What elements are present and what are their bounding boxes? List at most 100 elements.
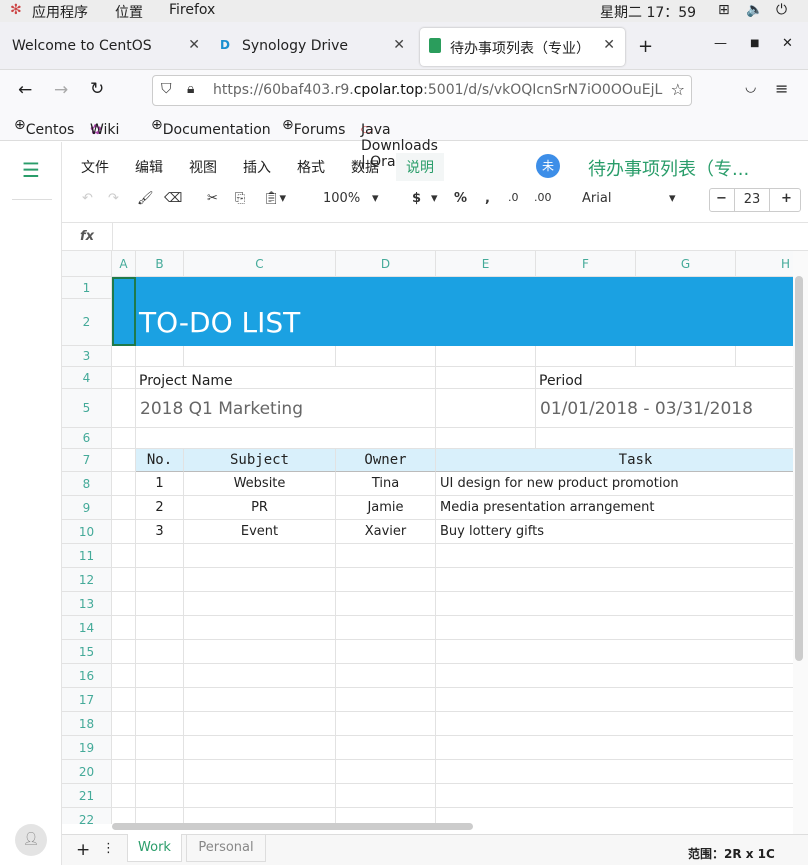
cell[interactable] (112, 568, 136, 592)
table-cell[interactable]: 1 (136, 472, 184, 496)
cell[interactable] (112, 664, 136, 688)
cell[interactable] (184, 760, 336, 784)
table-cell[interactable]: Xavier (336, 520, 436, 544)
volume-icon[interactable]: 🔈 (746, 2, 763, 18)
row-header-4[interactable]: 4 (62, 367, 112, 389)
decrease-decimal-button[interactable]: .0 (508, 191, 519, 204)
row-header-16[interactable]: 16 (62, 664, 112, 688)
row-header-22[interactable]: 22 (62, 808, 112, 824)
cell[interactable] (336, 688, 436, 712)
cell[interactable] (184, 784, 336, 808)
reload-icon[interactable]: ↻ (90, 79, 104, 99)
row-header-5[interactable]: 5 (62, 389, 112, 428)
tab-centos[interactable]: Welcome to CentOS ✕ (0, 28, 210, 66)
vertical-scrollbar[interactable] (793, 251, 808, 834)
cell[interactable] (112, 428, 136, 449)
cell[interactable] (136, 568, 184, 592)
cell[interactable] (184, 592, 336, 616)
cell[interactable] (136, 592, 184, 616)
cell[interactable] (112, 712, 136, 736)
cell[interactable] (436, 640, 793, 664)
cell[interactable] (336, 616, 436, 640)
cell[interactable] (436, 688, 793, 712)
cell[interactable] (336, 640, 436, 664)
font-size-input[interactable]: 23 (734, 188, 770, 212)
tab-synology[interactable]: D Synology Drive ✕ (210, 28, 415, 66)
back-icon[interactable]: ← (18, 80, 32, 100)
cell[interactable] (436, 616, 793, 640)
cell[interactable] (436, 346, 536, 367)
clear-format-icon[interactable]: ⌫ (164, 191, 182, 206)
table-cell[interactable]: PR (184, 496, 336, 520)
app-menu[interactable]: Firefox (169, 2, 215, 18)
bookmark-star-icon[interactable]: ☆ (670, 80, 685, 99)
cell[interactable] (336, 664, 436, 688)
cell[interactable] (112, 616, 136, 640)
comma-button[interactable]: , (485, 191, 490, 206)
bookmark-centos[interactable]: ⊕ Centos (14, 117, 74, 138)
table-header-no[interactable]: No. (136, 449, 184, 472)
cell[interactable] (112, 640, 136, 664)
cell[interactable] (112, 346, 136, 367)
cell[interactable] (436, 784, 793, 808)
power-icon[interactable]: ⏻ (776, 2, 787, 18)
row-header-21[interactable]: 21 (62, 784, 112, 808)
cell[interactable] (112, 808, 136, 824)
cell[interactable] (436, 367, 536, 389)
hamburger-icon[interactable]: ☰ (22, 158, 40, 182)
menu-icon[interactable]: ≡ (775, 79, 788, 98)
sheet-menu-icon[interactable]: ⋮ (102, 841, 115, 856)
cell[interactable] (184, 808, 336, 824)
cell[interactable] (184, 664, 336, 688)
row-header-3[interactable]: 3 (62, 346, 112, 367)
cell[interactable] (136, 346, 184, 367)
percent-button[interactable]: % (454, 191, 467, 206)
cell[interactable] (112, 472, 136, 496)
table-header-owner[interactable]: Owner (336, 449, 436, 472)
cell[interactable] (112, 449, 136, 472)
close-icon[interactable]: ✕ (188, 37, 200, 53)
cell[interactable] (336, 712, 436, 736)
clock[interactable]: 星期二 17：59 (600, 2, 696, 22)
menu-edit[interactable]: 编辑 (135, 157, 163, 177)
cell[interactable] (536, 428, 793, 449)
close-icon[interactable]: ✕ (393, 37, 405, 53)
table-header-task[interactable]: Task (436, 449, 793, 472)
bookmark-forums[interactable]: ⊕ Forums (282, 117, 345, 138)
cell[interactable] (184, 712, 336, 736)
cell[interactable] (336, 736, 436, 760)
column-header-C[interactable]: C (184, 251, 336, 277)
undo-icon[interactable]: ↶ (82, 191, 93, 206)
cell[interactable] (436, 592, 793, 616)
chevron-down-icon[interactable]: ▾ (372, 191, 379, 206)
document-title[interactable]: 待办事项列表（专... (588, 155, 749, 181)
row-header-1[interactable]: 1 (62, 277, 112, 299)
apps-menu[interactable]: 应用程序 (32, 2, 88, 22)
copy-icon[interactable]: ⎘ (235, 191, 245, 206)
cell[interactable] (136, 712, 184, 736)
sheet-tab-work[interactable]: Work (127, 834, 182, 862)
column-header-G[interactable]: G (636, 251, 736, 277)
cell[interactable] (184, 616, 336, 640)
row-header-18[interactable]: 18 (62, 712, 112, 736)
tab-todo[interactable]: 待办事项列表（专业） ✕ (420, 28, 625, 66)
redo-icon[interactable]: ↷ (108, 191, 119, 206)
cell[interactable] (436, 736, 793, 760)
cell[interactable] (112, 544, 136, 568)
cell[interactable] (436, 760, 793, 784)
minimize-icon[interactable]: — (714, 36, 727, 51)
row-header-7[interactable]: 7 (62, 449, 112, 472)
menu-data[interactable]: 数据 (351, 157, 379, 177)
row-header-15[interactable]: 15 (62, 640, 112, 664)
table-header-subject[interactable]: Subject (184, 449, 336, 472)
row-header-2[interactable]: 2 (62, 299, 112, 346)
column-header-E[interactable]: E (436, 251, 536, 277)
row-header-11[interactable]: 11 (62, 544, 112, 568)
chevron-down-icon[interactable]: ▾ (669, 191, 676, 206)
cell[interactable] (136, 760, 184, 784)
cell[interactable] (184, 346, 336, 367)
scroll-thumb[interactable] (795, 276, 803, 661)
cell[interactable] (136, 616, 184, 640)
cell[interactable] (536, 346, 636, 367)
table-cell[interactable]: Jamie (336, 496, 436, 520)
